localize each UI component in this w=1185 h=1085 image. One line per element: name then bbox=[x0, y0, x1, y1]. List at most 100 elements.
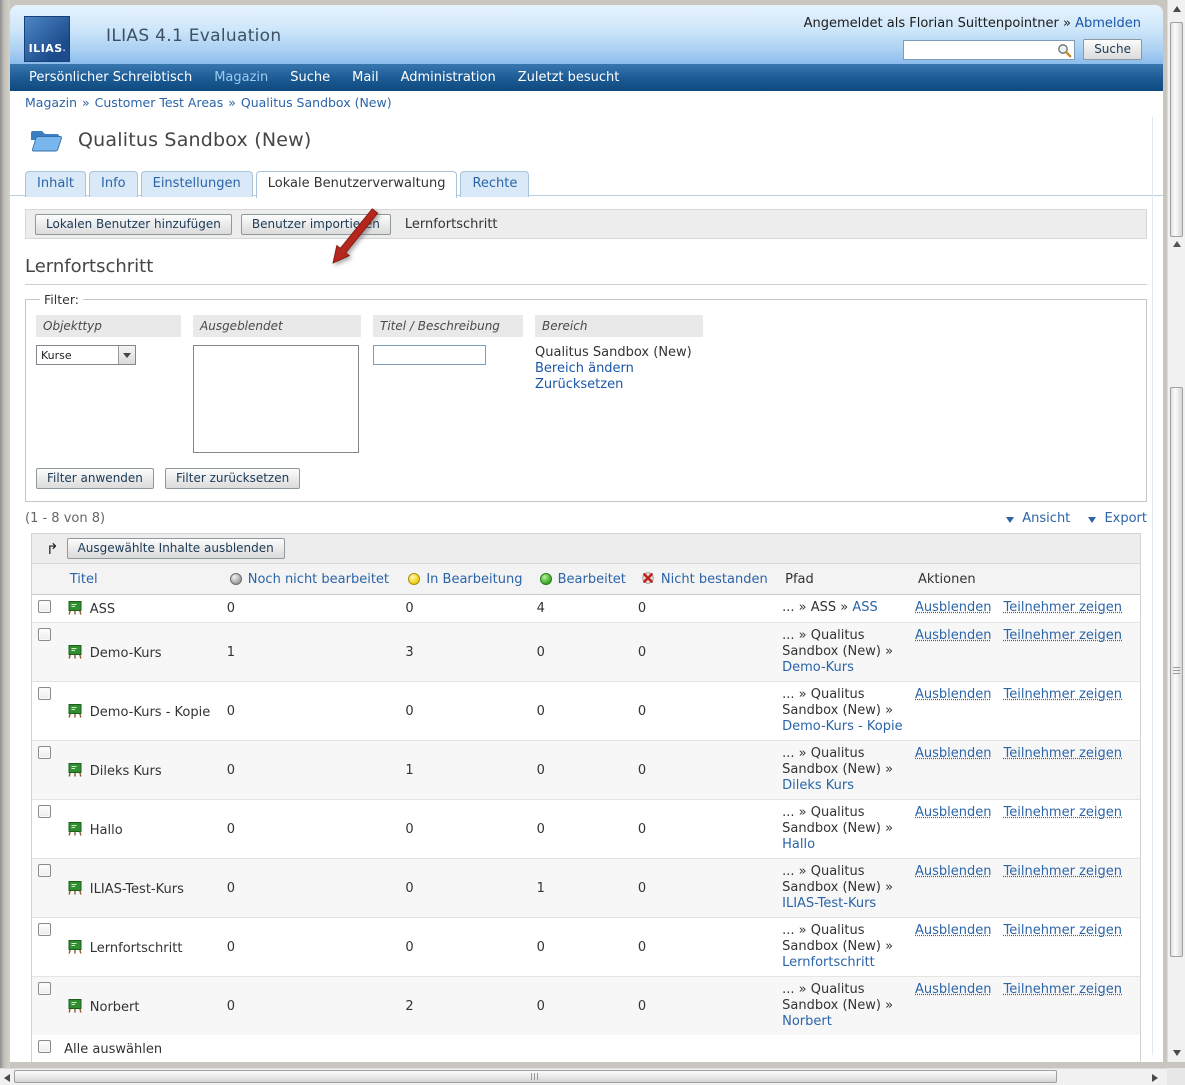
teilnehmer-zeigen-action[interactable]: Teilnehmer zeigen bbox=[1004, 746, 1123, 761]
teilnehmer-zeigen-action[interactable]: Teilnehmer zeigen bbox=[1004, 982, 1123, 997]
pfad-link[interactable]: ASS bbox=[852, 600, 877, 615]
pfad-link[interactable]: Demo-Kurs - Kopie bbox=[782, 719, 902, 734]
scroll-down-arrow-icon[interactable] bbox=[1173, 1050, 1181, 1056]
scroll-up-arrow-icon[interactable] bbox=[1173, 6, 1181, 12]
tab-lokale-benutzerverwaltung[interactable]: Lokale Benutzerverwaltung bbox=[256, 171, 458, 198]
titel-filter-input[interactable] bbox=[373, 345, 486, 365]
pfad-prefix: ... » Qualitus Sandbox (New) » bbox=[782, 982, 893, 1013]
search-icon[interactable] bbox=[1057, 43, 1072, 58]
cell-not-started: 0 bbox=[221, 682, 400, 741]
teilnehmer-zeigen-action[interactable]: Teilnehmer zeigen bbox=[1004, 805, 1123, 820]
table-row: Demo-Kurs - Kopie0000... » Qualitus Sand… bbox=[32, 682, 1140, 741]
cell-failed: 0 bbox=[632, 918, 776, 977]
ansicht-menu[interactable]: Ansicht bbox=[1022, 511, 1070, 526]
cell-titel: Dileks Kurs bbox=[61, 741, 221, 800]
pfad-link[interactable]: Hallo bbox=[782, 837, 815, 852]
cell-not-started: 0 bbox=[221, 918, 400, 977]
objekttyp-select[interactable]: Kurse bbox=[36, 345, 136, 365]
course-icon bbox=[67, 939, 83, 955]
ausblenden-action[interactable]: Ausblenden bbox=[915, 982, 992, 997]
scroll-up-mini-arrow-icon[interactable] bbox=[1173, 241, 1181, 247]
table-row: Hallo0000... » Qualitus Sandbox (New) » … bbox=[32, 800, 1140, 859]
ausblenden-action[interactable]: Ausblenden bbox=[915, 864, 992, 879]
ausblenden-action[interactable]: Ausblenden bbox=[915, 923, 992, 938]
tab-info[interactable]: Info bbox=[89, 171, 138, 197]
bulk-hide-button-top[interactable]: Ausgewählte Inhalte ausblenden bbox=[67, 538, 285, 559]
row-checkbox[interactable] bbox=[38, 864, 51, 877]
bereich-ndern-link[interactable]: Bereich ändern bbox=[535, 361, 703, 376]
export-menu[interactable]: Export bbox=[1104, 511, 1147, 526]
row-checkbox[interactable] bbox=[38, 923, 51, 936]
course-icon bbox=[67, 821, 83, 837]
tab-rechte[interactable]: Rechte bbox=[460, 171, 529, 197]
breadcrumb-link-qualitus-sandbox-new[interactable]: Qualitus Sandbox (New) bbox=[241, 95, 392, 110]
breadcrumb-link-customer-test-areas[interactable]: Customer Test Areas bbox=[95, 95, 224, 110]
pfad-link[interactable]: Lernfortschritt bbox=[782, 955, 875, 970]
cell-failed: 0 bbox=[632, 741, 776, 800]
search-input[interactable] bbox=[903, 40, 1075, 60]
vertical-scrollbar[interactable] bbox=[1167, 0, 1185, 1062]
course-title: Demo-Kurs - Kopie bbox=[90, 705, 210, 720]
tab-einstellungen[interactable]: Einstellungen bbox=[141, 171, 253, 197]
ausblenden-action[interactable]: Ausblenden bbox=[915, 600, 992, 615]
subtab-lernfortschritt[interactable]: Lernfortschritt bbox=[405, 217, 498, 232]
row-checkbox[interactable] bbox=[38, 600, 51, 613]
table-row: Norbert0200... » Qualitus Sandbox (New) … bbox=[32, 977, 1140, 1036]
select-all-label: Alle auswählen bbox=[64, 1042, 162, 1057]
logout-link[interactable]: Abmelden bbox=[1075, 16, 1141, 31]
breadcrumb-link-magazin[interactable]: Magazin bbox=[25, 95, 77, 110]
nav-item-magazin[interactable]: Magazin bbox=[203, 64, 279, 91]
teilnehmer-zeigen-action[interactable]: Teilnehmer zeigen bbox=[1004, 864, 1123, 879]
search-button[interactable]: Suche bbox=[1083, 39, 1142, 60]
pfad-link[interactable]: Norbert bbox=[782, 1014, 832, 1029]
ausblenden-action[interactable]: Ausblenden bbox=[915, 687, 992, 702]
teilnehmer-zeigen-action[interactable]: Teilnehmer zeigen bbox=[1004, 628, 1123, 643]
filter-reset-button[interactable]: Filter zurücksetzen bbox=[165, 468, 300, 489]
dropdown-button[interactable] bbox=[118, 346, 135, 364]
ausgeblendet-listbox[interactable] bbox=[193, 345, 359, 453]
teilnehmer-zeigen-action[interactable]: Teilnehmer zeigen bbox=[1004, 687, 1123, 702]
horizontal-scrollbar[interactable] bbox=[0, 1068, 1167, 1085]
tab-inhalt[interactable]: Inhalt bbox=[25, 171, 86, 197]
cell-aktionen: Ausblenden Teilnehmer zeigen bbox=[909, 859, 1140, 918]
sort-in-progress[interactable]: In Bearbeitung bbox=[426, 572, 522, 587]
teilnehmer-zeigen-action[interactable]: Teilnehmer zeigen bbox=[1004, 600, 1123, 615]
pfad-link[interactable]: Demo-Kurs bbox=[782, 660, 854, 675]
sort-titel[interactable]: Titel bbox=[70, 572, 98, 587]
sort-not-started[interactable]: Noch nicht bearbeitet bbox=[248, 572, 389, 587]
sort-completed[interactable]: Bearbeitet bbox=[558, 572, 626, 587]
pfad-link[interactable]: ILIAS-Test-Kurs bbox=[782, 896, 876, 911]
filter-apply-button[interactable]: Filter anwenden bbox=[36, 468, 154, 489]
cell-titel: Demo-Kurs bbox=[61, 623, 221, 682]
row-checkbox[interactable] bbox=[38, 687, 51, 700]
table-header-row: Titel Noch nicht bearbeitet In Bearbeitu… bbox=[32, 564, 1140, 595]
nav-item-administration[interactable]: Administration bbox=[390, 64, 507, 91]
pfad-link[interactable]: Dileks Kurs bbox=[782, 778, 854, 793]
ausblenden-action[interactable]: Ausblenden bbox=[915, 628, 992, 643]
ausblenden-action[interactable]: Ausblenden bbox=[915, 746, 992, 761]
scroll-left-arrow-icon[interactable] bbox=[4, 1074, 10, 1082]
ausblenden-action[interactable]: Ausblenden bbox=[915, 805, 992, 820]
lokalen-benutzer-hinzuf-gen-button[interactable]: Lokalen Benutzer hinzufügen bbox=[35, 214, 232, 235]
row-checkbox[interactable] bbox=[38, 805, 51, 818]
scroll-right-arrow-icon[interactable] bbox=[1152, 1074, 1158, 1082]
row-checkbox[interactable] bbox=[38, 628, 51, 641]
sort-failed[interactable]: Nicht bestanden bbox=[661, 572, 768, 587]
nav-item-mail[interactable]: Mail bbox=[341, 64, 389, 91]
horizontal-scrollbar-thumb[interactable] bbox=[14, 1070, 1057, 1083]
ansicht-dropdown-icon bbox=[1006, 517, 1014, 523]
teilnehmer-zeigen-action[interactable]: Teilnehmer zeigen bbox=[1004, 923, 1123, 938]
breadcrumb-separator: » bbox=[82, 95, 90, 110]
row-checkbox[interactable] bbox=[38, 746, 51, 759]
nav-item-suche[interactable]: Suche bbox=[279, 64, 341, 91]
nav-item-zuletzt-besucht[interactable]: Zuletzt besucht bbox=[507, 64, 631, 91]
zur-cksetzen-link[interactable]: Zurücksetzen bbox=[535, 377, 703, 392]
vertical-scrollbar-upper-thumb[interactable] bbox=[1170, 22, 1183, 237]
cell-completed: 0 bbox=[531, 623, 632, 682]
vertical-scrollbar-thumb[interactable] bbox=[1170, 387, 1183, 957]
select-all-checkbox[interactable] bbox=[38, 1040, 51, 1053]
benutzer-importieren-button[interactable]: Benutzer importieren bbox=[241, 214, 391, 235]
row-checkbox[interactable] bbox=[38, 982, 51, 995]
nav-item-pers-nlicher-schreibtisch[interactable]: Persönlicher Schreibtisch bbox=[18, 64, 203, 91]
filter-titel-label: Titel / Beschreibung bbox=[373, 315, 523, 337]
